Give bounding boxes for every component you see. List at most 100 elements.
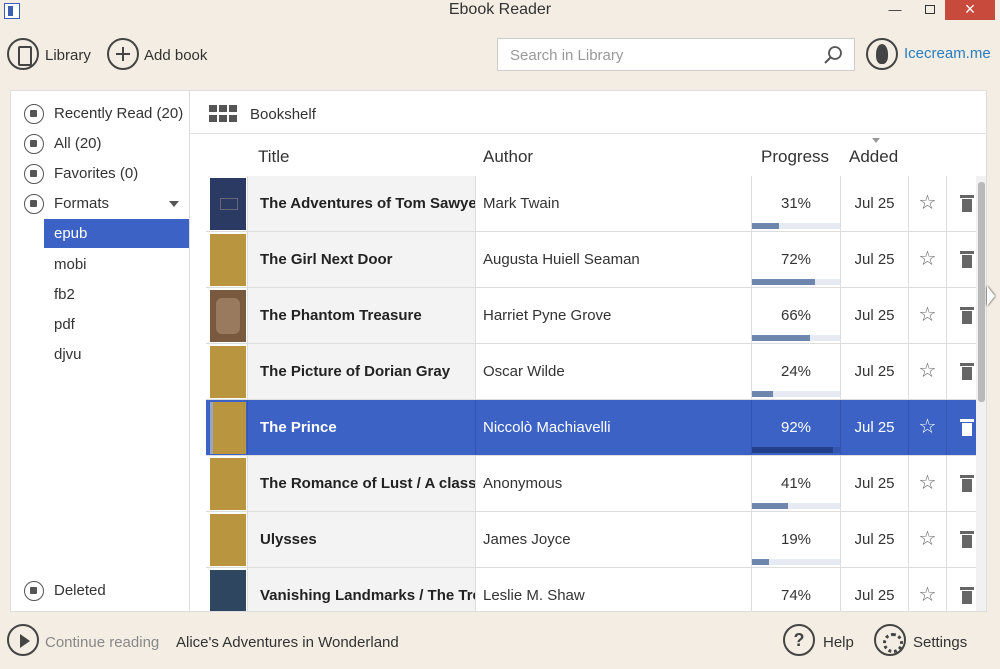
- sidebar-item-recently-read[interactable]: Recently Read (20): [11, 99, 189, 129]
- column-header-title[interactable]: Title: [258, 147, 290, 167]
- added-date: Jul 25: [854, 587, 895, 604]
- book-cover[interactable]: [210, 290, 246, 342]
- favorite-star-icon[interactable]: ☆: [908, 512, 947, 567]
- format-item-epub[interactable]: epub: [44, 219, 189, 248]
- all-books-icon: [24, 134, 44, 154]
- sidebar-item-label: Deleted: [54, 582, 106, 599]
- maximize-button[interactable]: [915, 0, 945, 20]
- book-cover[interactable]: [210, 402, 246, 454]
- book-title: Vanishing Landmarks / The Trend: [260, 587, 476, 604]
- delete-trash-icon[interactable]: [960, 587, 974, 604]
- progress-bar: [752, 447, 840, 453]
- progress-text: 24%: [780, 363, 812, 380]
- delete-trash-icon[interactable]: [960, 307, 974, 324]
- book-title: The Adventures of Tom Sawyer: [260, 195, 476, 212]
- table-row[interactable]: Vanishing Landmarks / The Trend Leslie M.…: [206, 568, 986, 611]
- title-cell[interactable]: The Adventures of Tom Sawyer: [247, 176, 476, 231]
- favorite-star-icon[interactable]: ☆: [908, 400, 947, 455]
- sidebar-item-label: Recently Read (20): [54, 105, 184, 122]
- close-button[interactable]: ×: [945, 0, 995, 20]
- delete-trash-icon[interactable]: [960, 251, 974, 268]
- table-row[interactable]: Ulysses James Joyce 19% Jul 25 ☆: [206, 512, 986, 568]
- favorite-star-icon[interactable]: ☆: [908, 344, 947, 399]
- table-row[interactable]: The Adventures of Tom Sawyer Mark Twain 31…: [206, 176, 986, 232]
- table-row[interactable]: The Picture of Dorian Gray Oscar Wilde 24%…: [206, 344, 986, 400]
- table-row[interactable]: The Romance of Lust / A classic Anonymous…: [206, 456, 986, 512]
- favorite-star-icon[interactable]: ☆: [908, 568, 947, 611]
- add-book-button[interactable]: Add book: [144, 47, 207, 64]
- delete-trash-icon[interactable]: [960, 363, 974, 380]
- chevron-down-icon[interactable]: [169, 201, 179, 207]
- continue-reading-book[interactable]: Alice's Adventures in Wonderland: [176, 634, 399, 651]
- column-header-added[interactable]: Added: [849, 147, 898, 167]
- sidebar-item-favorites[interactable]: Favorites (0): [11, 159, 189, 189]
- icecream-logo-icon[interactable]: [866, 38, 898, 70]
- gear-icon[interactable]: [874, 624, 906, 656]
- format-item-pdf[interactable]: pdf: [44, 310, 189, 339]
- delete-trash-icon[interactable]: [960, 195, 974, 212]
- brand-link[interactable]: Icecream.me: [904, 45, 991, 62]
- table-row[interactable]: The Girl Next Door Augusta Huiell Seaman 7…: [206, 232, 986, 288]
- library-button[interactable]: Library: [45, 47, 91, 64]
- title-cell[interactable]: The Prince: [247, 400, 476, 455]
- sidebar-item-all[interactable]: All (20): [11, 129, 189, 159]
- grid-view-icon[interactable]: [209, 105, 237, 123]
- progress-cell: 72%: [751, 232, 841, 287]
- format-item-djvu[interactable]: djvu: [44, 340, 189, 369]
- library-icon[interactable]: [7, 38, 39, 70]
- progress-fill: [752, 391, 774, 397]
- title-cell[interactable]: Ulysses: [247, 512, 476, 567]
- book-cover[interactable]: [210, 234, 246, 286]
- title-cell[interactable]: The Phantom Treasure: [247, 288, 476, 343]
- sidebar-item-label: All (20): [54, 135, 102, 152]
- play-icon[interactable]: [7, 624, 39, 656]
- book-cover[interactable]: [210, 570, 246, 611]
- favorite-star-icon[interactable]: ☆: [908, 176, 947, 231]
- progress-bar: [752, 279, 840, 285]
- table-row[interactable]: The Prince Niccolò Machiavelli 92% Jul 25 ☆: [206, 400, 986, 456]
- book-cover[interactable]: [210, 178, 246, 230]
- search-icon[interactable]: [823, 45, 843, 65]
- book-author: Augusta Huiell Seaman: [483, 251, 640, 268]
- progress-text: 19%: [780, 531, 812, 548]
- book-author: Leslie M. Shaw: [483, 587, 585, 604]
- progress-cell: 19%: [751, 512, 841, 567]
- table-row[interactable]: The Phantom Treasure Harriet Pyne Grove 66…: [206, 288, 986, 344]
- progress-fill: [752, 335, 811, 341]
- minimize-button[interactable]: —: [880, 0, 910, 20]
- favorite-star-icon[interactable]: ☆: [908, 288, 947, 343]
- book-cover[interactable]: [210, 514, 246, 566]
- recent-icon: [24, 104, 44, 124]
- delete-trash-icon[interactable]: [960, 531, 974, 548]
- column-header-author[interactable]: Author: [483, 147, 533, 167]
- add-book-icon[interactable]: [107, 38, 139, 70]
- title-cell[interactable]: The Romance of Lust / A classic: [247, 456, 476, 511]
- continue-reading-label[interactable]: Continue reading: [45, 634, 159, 651]
- trash-icon: [24, 581, 44, 601]
- view-title: Bookshelf: [250, 106, 316, 123]
- progress-cell: 41%: [751, 456, 841, 511]
- settings-button[interactable]: Settings: [913, 634, 967, 651]
- formats-icon: [24, 194, 44, 214]
- help-button[interactable]: Help: [823, 634, 854, 651]
- sidebar-item-deleted[interactable]: Deleted: [11, 576, 189, 606]
- title-cell[interactable]: The Picture of Dorian Gray: [247, 344, 476, 399]
- scrollbar-thumb[interactable]: [978, 182, 985, 402]
- sidebar-item-formats[interactable]: Formats: [11, 189, 189, 219]
- book-cover[interactable]: [210, 458, 246, 510]
- search-input[interactable]: [510, 45, 810, 65]
- progress-cell: 24%: [751, 344, 841, 399]
- delete-trash-icon[interactable]: [960, 419, 974, 436]
- help-icon[interactable]: ?: [783, 624, 815, 656]
- book-cover[interactable]: [210, 346, 246, 398]
- title-cell[interactable]: The Girl Next Door: [247, 232, 476, 287]
- column-header-progress[interactable]: Progress: [761, 147, 829, 167]
- title-cell[interactable]: Vanishing Landmarks / The Trend: [247, 568, 476, 611]
- scrollbar[interactable]: [976, 176, 986, 611]
- format-item-fb2[interactable]: fb2: [44, 280, 189, 309]
- delete-trash-icon[interactable]: [960, 475, 974, 492]
- favorite-star-icon[interactable]: ☆: [908, 456, 947, 511]
- mouse-cursor-icon: [987, 286, 995, 306]
- format-item-mobi[interactable]: mobi: [44, 250, 189, 279]
- favorite-star-icon[interactable]: ☆: [908, 232, 947, 287]
